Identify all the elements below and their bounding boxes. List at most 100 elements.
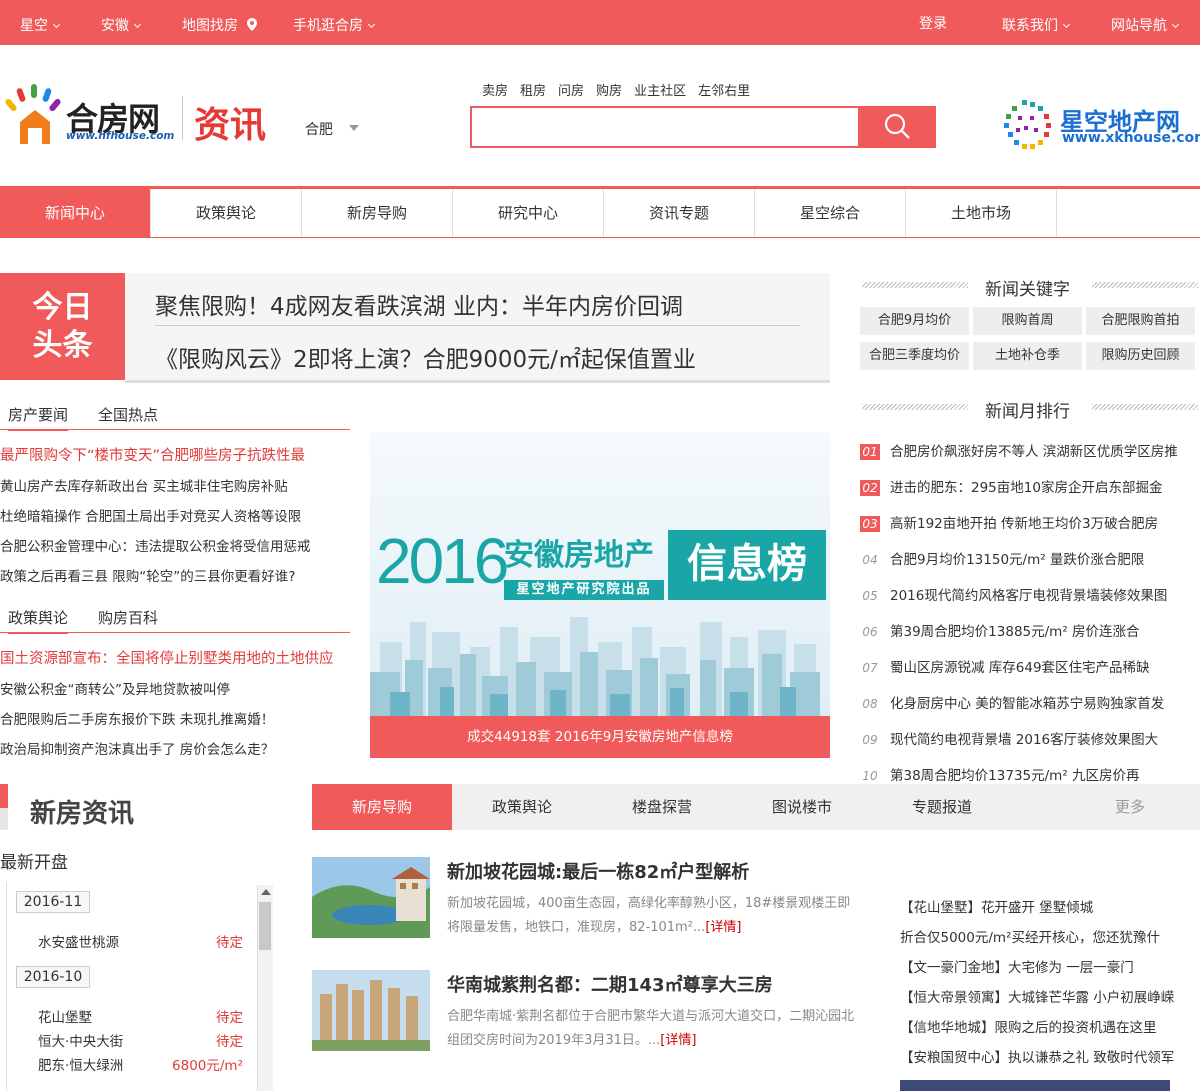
keyword-tag[interactable]: 合肥三季度均价 [860,342,969,370]
list-item[interactable]: 【花山堡墅】花开盛开 堡墅倾城 [900,896,1093,916]
list-item[interactable]: 杜绝暗箱操作 合肥国土局出手对竞买人资格等设限 [0,505,350,525]
list-item[interactable]: 国土资源部宣布：全国将停止别墅类用地的土地供应 [0,647,350,668]
divider-hatch [1092,404,1198,410]
tab-illustrated-market[interactable]: 图说楼市 [732,784,872,830]
ranking-item[interactable]: 02 进击的肥东：295亩地10家房企开启东部掘金 [860,476,1200,496]
keyword-tag[interactable]: 土地补仓季 [973,342,1082,370]
tab-special-reports[interactable]: 专题报道 [872,784,1012,830]
tab-buying-wiki[interactable]: 购房百科 [98,607,158,628]
details-link[interactable]: [详情] [705,920,741,935]
nav-item-policy[interactable]: 政策舆论 [151,189,302,237]
opening-item[interactable]: 花山堡墅 待定 [38,1006,243,1026]
ranking-item[interactable]: 10 第38周合肥均价13735元/m² 九区房价再 [860,764,1200,784]
search-tab-rent[interactable]: 租房 [520,84,546,99]
search-tab-ask[interactable]: 问房 [558,84,584,99]
tab-policy[interactable]: 政策舆论 [452,784,592,830]
nav-item-xingkong[interactable]: 星空综合 [755,189,906,237]
nav-item-topics[interactable]: 资讯专题 [604,189,755,237]
divider-hatch [862,404,968,410]
keywords-title: 新闻关键字 [985,280,1070,300]
banner-caption[interactable]: 成交44918套 2016年9月安徽房地产信息榜 [370,716,830,758]
news-thumbnail-image[interactable] [312,970,430,1051]
ranking-item[interactable]: 08 化身厨房中心 美的智能冰箱苏宁易购独家首发 [860,692,1200,712]
news-desc: 合肥华南城·紫荆名都位于合肥市繁华大道与派河大道交口，二期沁园北组团交房时间为2… [447,1009,855,1048]
keyword-tag[interactable]: 限购首周 [973,307,1082,335]
details-link[interactable]: [详情] [660,1033,696,1048]
news-title[interactable]: 新加坡花园城:最后一栋82㎡户型解析 [447,858,749,884]
rank-number: 01 [860,444,880,460]
contact-link[interactable]: 联系我们 [1002,15,1071,35]
list-item[interactable]: 合肥公积金管理中心：违法提取公积金将受信用惩戒 [0,535,350,555]
city-selector[interactable]: 合肥 [305,119,333,139]
chevron-down-icon [1062,20,1071,29]
topbar-item-mobile[interactable]: 手机逛合房 [293,15,376,35]
nav-item-research[interactable]: 研究中心 [453,189,604,237]
topbar-item-anhui[interactable]: 安徽 [101,15,142,35]
keyword-tag[interactable]: 限购历史回顾 [1086,342,1195,370]
chevron-down-icon [133,20,142,29]
search-input[interactable] [470,106,860,148]
headline-link[interactable]: 聚焦限购！4成网友看跌滨湖 业内：半年内房价回调 [155,287,683,321]
tab-property-news[interactable]: 房产要闻 [8,404,69,431]
keyword-tag[interactable]: 合肥限购首拍 [1086,307,1195,335]
caret-down-icon[interactable] [349,125,359,131]
search-button[interactable] [858,106,936,148]
ranking-item[interactable]: 05 2016现代简约风格客厅电视背景墙装修效果图 [860,584,1200,604]
opening-item[interactable]: 肥东·恒大绿洲 6800元/m² [38,1054,243,1074]
nav-item-news-center[interactable]: 新闻中心 [0,189,151,237]
list-item[interactable]: 黄山房产去库存新政出台 买主城非住宅购房补贴 [0,475,350,495]
ranking-item[interactable]: 07 蜀山区房源锐减 库存649套区住宅产品稀缺 [860,656,1200,676]
list-item[interactable]: 安徽公积金“商转公”及异地贷款被叫停 [0,678,350,698]
newhouse-tabs: 新房导购 政策舆论 楼盘探营 图说楼市 专题报道 更多 [312,784,1200,830]
rank-number: 08 [862,697,878,711]
topbar-item-xingkong[interactable]: 星空 [20,15,61,35]
banner-title: 安徽房地产 [504,538,654,573]
login-link[interactable]: 登录 [919,13,947,33]
tab-policy[interactable]: 政策舆论 [8,607,69,634]
more-link[interactable]: 更多 [1060,784,1200,830]
ranking-item[interactable]: 04 合肥9月均价13150元/m² 量跌价涨合肥限 [860,548,1200,568]
keyword-tag[interactable]: 合肥9月均价 [860,307,969,335]
ranking-item[interactable]: 06 第39周合肥均价13885元/m² 房价连涨合 [860,620,1200,640]
headline-link[interactable]: 《限购风云》2即将上演？合肥9000元/㎡起保值置业 [155,340,696,374]
list-item[interactable]: 最严限购令下“楼市变天”合肥哪些房子抗跌性最 [0,444,350,465]
partner-logo[interactable]: 星空地产网 www.xkhouse.com [1000,98,1200,153]
site-nav-link[interactable]: 网站导航 [1111,15,1180,35]
news-tabs-1: 房产要闻 全国热点 [0,404,350,431]
news-title[interactable]: 华南城紫荆名都：二期143㎡尊享大三房 [447,971,773,997]
info-banner[interactable]: 2016 安徽房地产 星空地产研究院出品 信息榜 [370,432,830,758]
section-accent-bar [0,808,8,830]
topbar-item-map[interactable]: 地图找房 [182,15,258,35]
search-tab-neighbors[interactable]: 左邻右里 [698,84,750,99]
rank-number: 04 [862,553,878,567]
tab-property-visit[interactable]: 楼盘探营 [592,784,732,830]
scroll-up-icon[interactable] [261,889,271,895]
list-item[interactable]: 【安粮国贸中心】执以谦恭之礼 致敬时代领军 [900,1046,1174,1066]
opening-item[interactable]: 水安盛世桃源 待定 [38,931,243,951]
ranking-item[interactable]: 09 现代简约电视背景墙 2016客厅装修效果图大 [860,728,1200,748]
opening-timeline: 2016-11 水安盛世桃源 待定 2016-10 花山堡墅 待定 恒大·中央大街待… [0,882,275,1091]
ranking-item[interactable]: 01 合肥房价飙涨好房不等人 滨湖新区优质学区房推 [860,440,1200,460]
opening-item[interactable]: 恒大·中央大街 待定 [38,1030,243,1050]
scrollbar-thumb[interactable] [259,902,271,950]
news-thumbnail-image[interactable] [312,857,430,938]
promo-image[interactable] [900,1080,1170,1091]
list-item[interactable]: 折合仅5000元/m²买经开核心，您还犹豫什 [900,926,1160,946]
search-tab-sell[interactable]: 卖房 [482,84,508,99]
list-item[interactable]: 合肥限购后二手房东报价下跌 未现扎推离婚！ [0,708,350,728]
nav-item-newhouse-guide[interactable]: 新房导购 [302,189,453,237]
list-item[interactable]: 政策之后再看三县 限购“轮空”的三县你更看好谁? [0,565,350,585]
divider-hatch [862,282,968,288]
list-item[interactable]: 政治局抑制资产泡沫真出手了 房价会怎么走？ [0,738,350,758]
list-item[interactable]: 【信地华地城】限购之后的投资机遇在这里 [900,1016,1157,1036]
list-item[interactable]: 【文一豪门金地】大宅修为 一层一豪门 [900,956,1134,976]
ranking-item[interactable]: 03 高新192亩地开拍 传新地王均价3万破合肥房 [860,512,1200,532]
tab-national-hot[interactable]: 全国热点 [98,404,158,425]
search-tab-buy[interactable]: 购房 [596,84,622,99]
list-item[interactable]: 【恒大帝景领寓】大城锋芒华露 小户初展峥嵘 [900,986,1174,1006]
top-bar: 星空 安徽 地图找房 手机逛合房 登录 联系我们 网站导航 [0,0,1200,45]
tab-newhouse-guide[interactable]: 新房导购 [312,784,452,830]
site-logo[interactable]: 合房网 www.hfhouse.com 资讯 [4,82,284,148]
nav-item-land-market[interactable]: 土地市场 [906,189,1057,237]
search-tab-community[interactable]: 业主社区 [634,84,686,99]
